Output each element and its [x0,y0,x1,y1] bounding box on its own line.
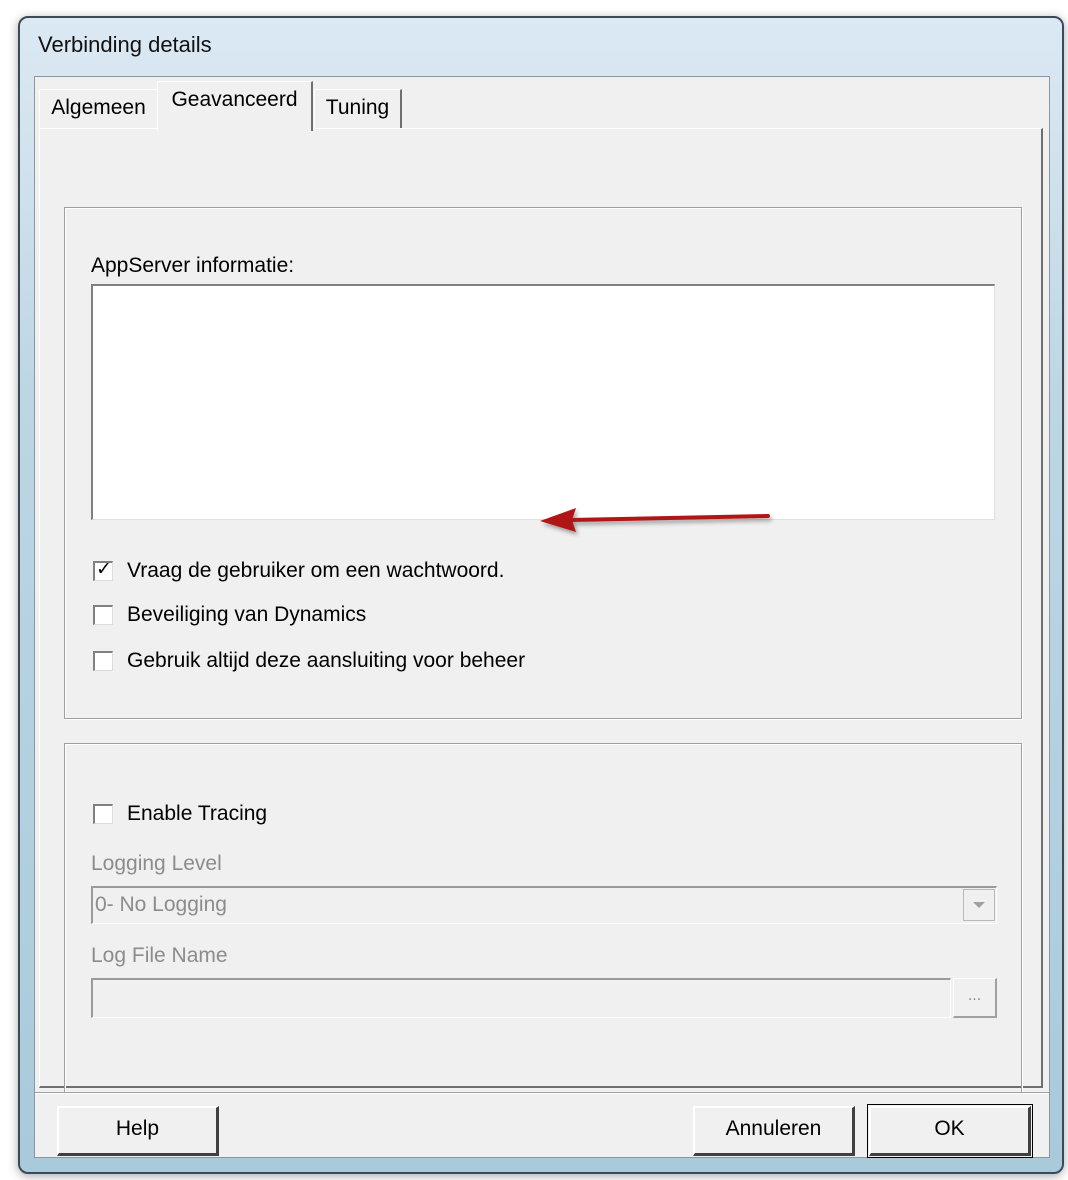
tab-algemeen[interactable]: Algemeen [39,89,157,129]
chevron-down-icon [973,902,985,908]
prompt-password-checkbox[interactable]: ✓ [93,559,113,581]
annotation-arrow-icon [540,508,770,532]
enable-tracing-label[interactable]: Enable Tracing [127,802,267,826]
window-title: Verbinding details [38,32,212,57]
button-separator [35,1092,1049,1094]
logging-level-select[interactable]: 0- No Logging [91,886,997,924]
browse-button[interactable]: ... [953,978,997,1018]
tracing-group: Enable Tracing Logging Level 0- No Loggi… [64,743,1022,1093]
ok-button[interactable]: OK [867,1104,1033,1158]
appserver-info-label: AppServer informatie: [91,254,295,277]
always-use-connection-checkbox[interactable] [93,651,113,671]
tab-panel-geavanceerd: AppServer informatie: ✓ Vraag de gebruik… [39,128,1043,1093]
dropdown-button[interactable] [963,889,995,921]
dialog-window: Verbinding details Algemeen Geavanceerd … [18,16,1064,1174]
dialog-client-area: Algemeen Geavanceerd Tuning AppServer in… [34,76,1050,1158]
tab-tuning[interactable]: Tuning [314,89,402,129]
enable-tracing-row[interactable]: Enable Tracing [93,801,267,827]
dynamics-security-row[interactable]: Beveiliging van Dynamics [93,602,366,628]
always-use-connection-row[interactable]: Gebruik altijd deze aansluiting voor beh… [93,648,525,674]
enable-tracing-checkbox[interactable] [93,804,113,824]
dynamics-security-label[interactable]: Beveiliging van Dynamics [127,603,366,627]
prompt-password-row[interactable]: ✓ Vraag de gebruiker om een wachtwoord. [93,558,504,584]
logging-level-label: Logging Level [91,852,222,875]
prompt-password-label[interactable]: Vraag de gebruiker om een wachtwoord. [127,559,504,583]
help-button[interactable]: Help [57,1106,219,1156]
checkmark-icon: ✓ [96,559,112,580]
tab-geavanceerd[interactable]: Geavanceerd [157,81,313,131]
log-file-name-label: Log File Name [91,944,228,967]
dynamics-security-checkbox[interactable] [93,605,113,625]
log-file-name-input[interactable] [91,978,951,1018]
appserver-info-textarea[interactable] [91,284,995,520]
logging-level-value: 0- No Logging [95,893,227,916]
always-use-connection-label[interactable]: Gebruik altijd deze aansluiting voor beh… [127,649,525,673]
cancel-button[interactable]: Annuleren [693,1106,855,1156]
appserver-group: AppServer informatie: ✓ Vraag de gebruik… [64,207,1022,719]
